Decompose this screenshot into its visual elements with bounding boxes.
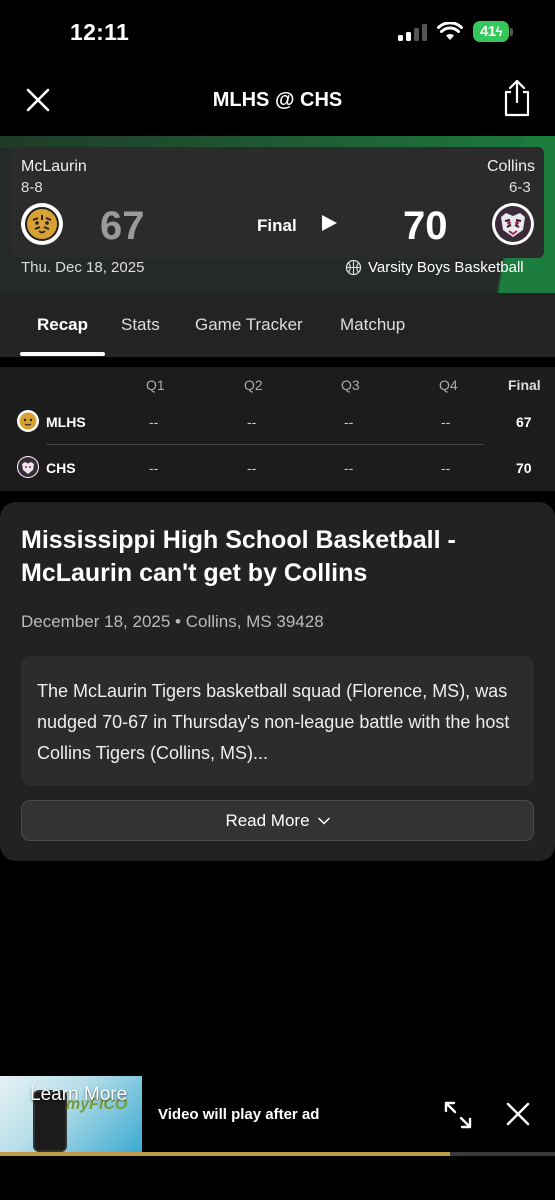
active-tab-indicator	[20, 352, 105, 356]
game-type: Varsity Boys Basketball	[368, 259, 524, 276]
home-team-record: 6-3	[509, 179, 531, 196]
table-cell: --	[247, 414, 257, 430]
nav-header: MLHS @ CHS	[0, 70, 555, 130]
game-date: Thu. Dec 18, 2025	[21, 259, 145, 276]
play-icon[interactable]	[320, 214, 338, 232]
table-cell: --	[344, 460, 354, 476]
column-header-final: Final	[508, 377, 541, 393]
wifi-icon	[437, 22, 463, 40]
table-cell: --	[344, 414, 354, 430]
tab-game-tracker[interactable]: Game Tracker	[195, 315, 303, 335]
tab-matchup[interactable]: Matchup	[340, 315, 405, 335]
video-ad-bar: myFICO Learn More Video will play after …	[0, 1076, 555, 1158]
table-cell-final: 67	[516, 414, 532, 430]
read-more-button[interactable]: Read More	[21, 800, 534, 841]
cellular-signal-icon	[398, 24, 428, 41]
battery-level: 41	[479, 23, 496, 40]
row-divider	[46, 444, 484, 445]
read-more-label: Read More	[225, 810, 310, 830]
basketball-icon	[345, 259, 362, 276]
table-cell: --	[149, 414, 159, 430]
away-team-logo	[21, 203, 63, 245]
column-header-q1: Q1	[146, 377, 165, 393]
scorecard-body	[11, 147, 544, 258]
ad-progress-fill	[0, 1152, 450, 1156]
home-team-logo-small	[17, 456, 39, 478]
article-summary: The McLaurin Tigers basketball squad (Fl…	[37, 681, 510, 763]
tab-stats[interactable]: Stats	[121, 315, 160, 335]
home-team-logo	[492, 203, 534, 245]
table-row-team: CHS	[46, 460, 76, 476]
status-time: 12:11	[70, 19, 130, 45]
away-team-name: McLaurin	[21, 158, 87, 175]
table-cell: --	[247, 460, 257, 476]
column-header-q4: Q4	[439, 377, 458, 393]
charging-bolt-icon: ϟ	[495, 24, 503, 39]
learn-more-link[interactable]: Learn More	[30, 1084, 127, 1106]
page-title: MLHS @ CHS	[212, 89, 343, 111]
table-cell: --	[441, 460, 451, 476]
tab-recap[interactable]: Recap	[37, 315, 88, 335]
game-status: Final	[257, 216, 297, 235]
article-summary-box: The McLaurin Tigers basketball squad (Fl…	[21, 656, 534, 786]
column-header-q3: Q3	[341, 377, 360, 393]
home-team-name: Collins	[487, 158, 536, 175]
table-cell: --	[149, 460, 159, 476]
ad-progress-bar	[0, 1152, 555, 1156]
expand-icon[interactable]	[443, 1100, 473, 1130]
linescore-table: Q1 Q2 Q3 Q4 Final MLHS -- -- -- -- 67 CH…	[0, 367, 555, 491]
tab-bar: Recap Stats Game Tracker Matchup	[0, 293, 555, 357]
close-ad-icon[interactable]	[506, 1102, 530, 1126]
article-meta: December 18, 2025 • Collins, MS 39428	[21, 612, 324, 631]
ad-message: Video will play after ad	[158, 1106, 320, 1123]
share-icon[interactable]	[500, 78, 534, 118]
home-score: 70	[403, 204, 448, 248]
status-bar: 12:11 41 ϟ	[0, 0, 555, 66]
column-header-q2: Q2	[244, 377, 263, 393]
table-row-team: MLHS	[46, 414, 86, 430]
away-team-record: 8-8	[21, 179, 43, 196]
article-title[interactable]: Mississippi High School Basketball - McL…	[21, 524, 531, 590]
away-team-logo-small	[17, 410, 39, 432]
battery-cap	[510, 28, 513, 36]
table-cell: --	[441, 414, 451, 430]
article-card: Mississippi High School Basketball - McL…	[0, 502, 555, 861]
away-score: 67	[100, 204, 145, 248]
ad-thumbnail[interactable]: myFICO Learn More	[0, 1076, 142, 1153]
chevron-down-icon	[317, 817, 330, 825]
table-cell-final: 70	[516, 460, 532, 476]
battery-indicator: 41 ϟ	[473, 21, 509, 42]
